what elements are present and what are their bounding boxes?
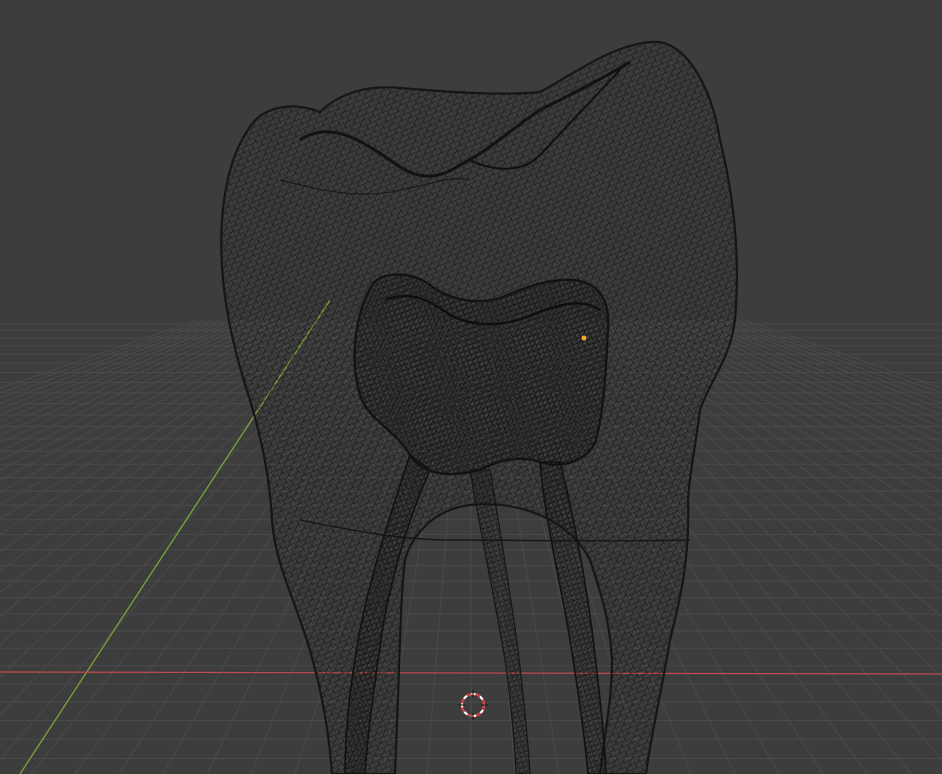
grid-line-vertical bbox=[0, 299, 274, 404]
3d-cursor-icon[interactable] bbox=[458, 690, 488, 720]
root-canal-mid bbox=[469, 469, 531, 774]
grid-line-vertical bbox=[0, 299, 268, 399]
tooth-wireframe-mesh[interactable] bbox=[220, 40, 738, 774]
viewport-canvas[interactable] bbox=[0, 0, 942, 774]
object-origin-icon[interactable] bbox=[580, 334, 588, 342]
3d-viewport[interactable] bbox=[0, 0, 942, 774]
grid-line-vertical bbox=[686, 299, 942, 389]
grid-line-vertical bbox=[0, 299, 256, 389]
